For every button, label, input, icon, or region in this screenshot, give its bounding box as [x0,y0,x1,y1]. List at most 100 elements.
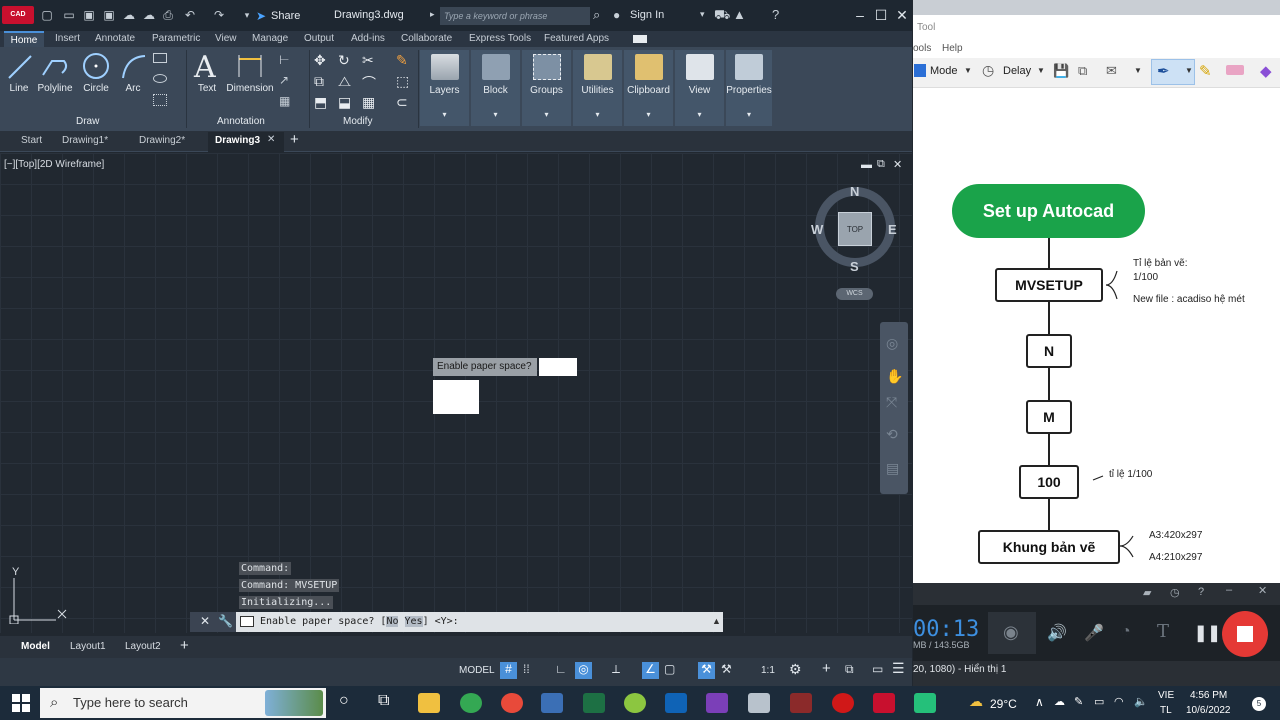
viewport-minimize-icon[interactable]: ▬ [861,159,872,171]
task-view-icon[interactable]: ⧉ [378,692,389,710]
showmotion-icon[interactable]: ▤ [886,460,899,477]
file-explorer-icon[interactable] [418,693,440,713]
orbit-icon[interactable]: ⟲ [886,426,898,443]
save-snip-icon[interactable]: 💾 [1053,63,1069,79]
language-line1[interactable]: VIE [1158,690,1174,701]
app-icon-notification[interactable] [501,693,523,713]
send-snip-icon[interactable]: ✉ [1106,63,1117,79]
command-line-input[interactable]: Enable paper space? [No Yes] <Y>: [236,612,723,632]
battery-icon[interactable]: ▭ [1094,695,1104,708]
microphone-icon[interactable]: 🎤 [1084,623,1104,643]
grid-icon[interactable]: # [500,662,517,679]
folder-icon[interactable]: ▰ [1143,586,1151,599]
highlighter-icon[interactable]: ✎ [1199,62,1212,80]
eraser-icon[interactable] [1226,65,1244,75]
outlook-icon[interactable] [665,693,687,713]
pen-dropdown-icon[interactable]: ▼ [1185,66,1193,75]
units-icon[interactable]: ⧉ [845,662,854,677]
mode-dropdown-icon[interactable]: ▼ [964,66,972,75]
search-input[interactable]: Type a keyword or phrase [440,7,590,25]
tab-insert[interactable]: Insert [55,31,80,47]
tab-home[interactable]: Home [4,31,44,47]
file-tab-start[interactable]: Start [21,135,42,146]
clean-screen-icon[interactable]: ▭ [872,662,883,676]
compass-east[interactable]: E [888,222,897,237]
compass-west[interactable]: W [811,222,823,237]
zoom-icon[interactable]: ⤧ [886,394,897,411]
annotation-monitor-icon[interactable]: + [822,660,831,677]
dimension-icon[interactable] [236,53,264,79]
qat-dropdown-icon[interactable]: ▾ [240,8,254,22]
line-label[interactable]: Line [4,83,34,94]
maximize-button[interactable]: ☐ [871,5,891,25]
isodraft-icon[interactable]: ⟂ [612,662,620,677]
modify-group-label[interactable]: Modify [343,116,372,127]
cloud-icon[interactable]: ☁ [1054,695,1065,708]
array-icon[interactable]: ▦ [362,94,375,111]
minimize-button[interactable]: – [850,5,870,25]
hatch-icon[interactable] [153,94,167,106]
arc-icon[interactable] [120,53,148,81]
tab-annotate[interactable]: Annotate [95,31,135,47]
app-teal-icon[interactable] [914,693,936,713]
pause-icon[interactable]: ❚❚ [1194,623,1221,643]
redo-icon[interactable]: ↷ [212,8,226,22]
wcs-menu[interactable]: WCS [836,288,873,300]
volume-icon[interactable]: 🔈 [1134,695,1148,708]
speaker-icon[interactable]: 🔊 [1047,623,1067,643]
autocad-logo[interactable]: CAD [2,6,34,24]
menu-tools[interactable]: ools [913,43,931,54]
ellipse-icon[interactable] [153,74,167,83]
customize-wrench-icon[interactable]: 🔧 [218,614,233,628]
tab-manage[interactable]: Manage [252,31,288,47]
recorder-minimize-icon[interactable]: – [1226,584,1232,596]
annotation-group-label[interactable]: Annotation [217,116,265,127]
copy-snip-icon[interactable]: ⧉ [1078,63,1087,79]
steering-wheel-icon[interactable]: ◎ [886,335,898,352]
file-tab-drawing1[interactable]: Drawing1* [62,135,108,146]
mode-icon[interactable] [914,64,926,77]
customization-menu-icon[interactable]: ☰ [892,660,905,677]
tab-parametric[interactable]: Parametric [152,31,200,47]
move-icon[interactable]: ✥ [314,52,326,69]
object-snap-icon[interactable]: ▢ [664,662,675,676]
delay-clock-icon[interactable]: ◷ [982,62,994,79]
print-icon[interactable]: ⎙ [161,8,175,22]
polyline-label[interactable]: Polyline [35,83,75,94]
utilities-button[interactable]: Utilities ▾ [573,50,622,126]
leader-icon[interactable]: ↗ [279,73,289,87]
dimension-label[interactable]: Dimension [224,83,276,94]
model-space-button[interactable]: MODEL [459,665,495,676]
new-tab-icon[interactable]: + [290,131,299,148]
ortho-icon[interactable]: ∟ [555,662,567,676]
explode-icon[interactable]: ⬚ [396,73,409,90]
pdf-app-icon[interactable] [706,693,728,713]
layout-tab-layout1[interactable]: Layout1 [70,641,106,652]
undo-icon[interactable]: ↶ [183,8,197,22]
cart-icon[interactable]: ⛟ [714,7,730,25]
file-tab-drawing2[interactable]: Drawing2* [139,135,185,146]
record-app-icon[interactable] [832,693,854,713]
clock-date[interactable]: 10/6/2022 [1186,705,1231,716]
new-layout-icon[interactable]: + [180,637,189,654]
tab-featured-apps[interactable]: Featured Apps [544,31,609,47]
draw-icon[interactable]: ◔ [1121,623,1131,641]
send-dropdown-icon[interactable]: ▼ [1134,66,1142,75]
ribbon-toggle-icon[interactable] [633,35,647,43]
rectangle-icon[interactable] [153,53,167,63]
recorder-close-icon[interactable]: ✕ [1258,584,1267,597]
mirror-icon[interactable]: ⧍ [338,73,351,90]
polyline-icon[interactable] [40,53,70,81]
autoscale-icon[interactable]: ⚒ [721,662,732,676]
line-icon[interactable] [6,53,34,81]
close-button[interactable]: ✕ [892,5,912,25]
language-line2[interactable]: TL [1160,705,1172,716]
photos-icon[interactable] [748,693,770,713]
layout-tab-layout2[interactable]: Layout2 [125,641,161,652]
circle-label[interactable]: Circle [78,83,114,94]
text-overlay-icon[interactable]: T [1157,621,1169,642]
groups-button[interactable]: Groups ▾ [522,50,571,126]
table-icon[interactable]: ▦ [279,94,290,108]
excel-icon[interactable] [583,693,605,713]
save-as-icon[interactable]: ▣ [102,8,116,22]
